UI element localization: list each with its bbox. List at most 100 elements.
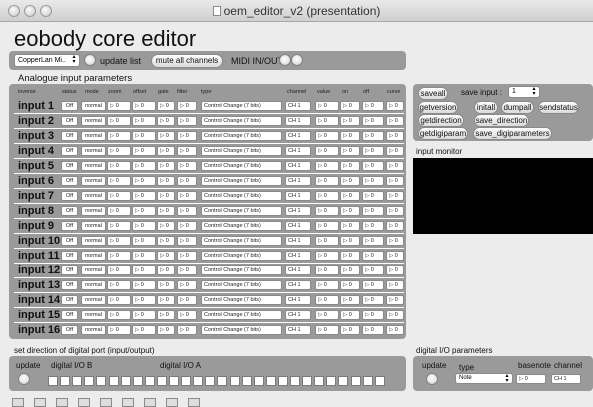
direction-bit-checkbox[interactable] bbox=[120, 376, 131, 386]
value-field[interactable]: ▷ 0 bbox=[315, 191, 339, 201]
mode-select[interactable]: normal bbox=[81, 116, 106, 126]
mail-icon[interactable] bbox=[78, 398, 90, 407]
off-field[interactable]: ▷ 0 bbox=[362, 251, 384, 261]
curve-field[interactable]: ▷ 0 bbox=[386, 191, 404, 201]
direction-bit-checkbox[interactable] bbox=[108, 376, 119, 386]
zoom-field[interactable]: ▷ 0 bbox=[107, 325, 131, 335]
off-field[interactable]: ▷ 0 bbox=[362, 295, 384, 305]
table-icon[interactable] bbox=[166, 398, 178, 407]
type-field[interactable]: Control Change (7 bits) bbox=[201, 176, 282, 186]
curve-field[interactable]: ▷ 0 bbox=[386, 251, 404, 261]
status-toggle[interactable]: Off bbox=[61, 265, 78, 275]
gate-field[interactable]: ▷ 0 bbox=[157, 236, 175, 246]
gate-field[interactable]: ▷ 0 bbox=[157, 221, 175, 231]
value-field[interactable]: ▷ 0 bbox=[315, 310, 339, 320]
gate-field[interactable]: ▷ 0 bbox=[157, 161, 175, 171]
offset-field[interactable]: ▷ 0 bbox=[132, 265, 156, 275]
save-input-stepper[interactable]: 1 ▴ ▾ bbox=[508, 86, 540, 98]
channel-field[interactable]: CH 1 bbox=[285, 295, 311, 305]
filter-field[interactable]: ▷ 0 bbox=[177, 236, 197, 246]
zoom-field[interactable]: ▷ 0 bbox=[107, 265, 131, 275]
direction-bit-checkbox[interactable] bbox=[374, 376, 385, 386]
direction-bit-checkbox[interactable] bbox=[156, 376, 167, 386]
offset-field[interactable]: ▷ 0 bbox=[132, 116, 156, 126]
status-toggle[interactable]: Off bbox=[61, 251, 78, 261]
status-toggle[interactable]: Off bbox=[61, 221, 78, 231]
direction-bit-checkbox[interactable] bbox=[205, 376, 216, 386]
on-field[interactable]: ▷ 0 bbox=[340, 295, 360, 305]
direction-bit-checkbox[interactable] bbox=[72, 376, 83, 386]
zoom-field[interactable]: ▷ 0 bbox=[107, 161, 131, 171]
on-field[interactable]: ▷ 0 bbox=[340, 146, 360, 156]
type-field[interactable]: Control Change (7 bits) bbox=[201, 146, 282, 156]
on-field[interactable]: ▷ 0 bbox=[340, 176, 360, 186]
window-icon[interactable] bbox=[144, 398, 156, 407]
filter-field[interactable]: ▷ 0 bbox=[177, 221, 197, 231]
direction-bit-checkbox[interactable] bbox=[144, 376, 155, 386]
direction-bit-checkbox[interactable] bbox=[350, 376, 361, 386]
status-toggle[interactable]: Off bbox=[61, 295, 78, 305]
on-field[interactable]: ▷ 0 bbox=[340, 116, 360, 126]
value-field[interactable]: ▷ 0 bbox=[315, 221, 339, 231]
mode-select[interactable]: normal bbox=[81, 161, 106, 171]
getversion-button[interactable]: getversion bbox=[418, 101, 458, 114]
mode-select[interactable]: normal bbox=[81, 310, 106, 320]
gate-field[interactable]: ▷ 0 bbox=[157, 176, 175, 186]
type-field[interactable]: Control Change (7 bits) bbox=[201, 131, 282, 141]
type-field[interactable]: Control Change (7 bits) bbox=[201, 101, 282, 111]
zoom-field[interactable]: ▷ 0 bbox=[107, 116, 131, 126]
gate-field[interactable]: ▷ 0 bbox=[157, 116, 175, 126]
midi-out-toggle[interactable] bbox=[291, 54, 303, 66]
value-field[interactable]: ▷ 0 bbox=[315, 280, 339, 290]
gate-field[interactable]: ▷ 0 bbox=[157, 191, 175, 201]
folder-icon[interactable] bbox=[12, 398, 24, 407]
filter-field[interactable]: ▷ 0 bbox=[177, 176, 197, 186]
filter-field[interactable]: ▷ 0 bbox=[177, 191, 197, 201]
value-field[interactable]: ▷ 0 bbox=[315, 325, 339, 335]
type-field[interactable]: Control Change (7 bits) bbox=[201, 325, 282, 335]
status-toggle[interactable]: Off bbox=[61, 101, 78, 111]
zoom-field[interactable]: ▷ 0 bbox=[107, 310, 131, 320]
curve-field[interactable]: ▷ 0 bbox=[386, 295, 404, 305]
gate-field[interactable]: ▷ 0 bbox=[157, 251, 175, 261]
off-field[interactable]: ▷ 0 bbox=[362, 221, 384, 231]
channel-field[interactable]: CH 1 bbox=[285, 310, 311, 320]
type-field[interactable]: Control Change (7 bits) bbox=[201, 161, 282, 171]
zoom-field[interactable]: ▷ 0 bbox=[107, 101, 131, 111]
direction-bit-checkbox[interactable] bbox=[132, 376, 143, 386]
mode-select[interactable]: normal bbox=[81, 221, 106, 231]
status-toggle[interactable]: Off bbox=[61, 236, 78, 246]
curve-field[interactable]: ▷ 0 bbox=[386, 325, 404, 335]
offset-field[interactable]: ▷ 0 bbox=[132, 101, 156, 111]
off-field[interactable]: ▷ 0 bbox=[362, 161, 384, 171]
gate-field[interactable]: ▷ 0 bbox=[157, 280, 175, 290]
mode-select[interactable]: normal bbox=[81, 191, 106, 201]
save-digiparameters-button[interactable]: save_digiparameters bbox=[473, 127, 552, 140]
on-field[interactable]: ▷ 0 bbox=[340, 251, 360, 261]
on-field[interactable]: ▷ 0 bbox=[340, 325, 360, 335]
status-toggle[interactable]: Off bbox=[61, 191, 78, 201]
off-field[interactable]: ▷ 0 bbox=[362, 131, 384, 141]
update-list-toggle[interactable] bbox=[84, 54, 96, 66]
gate-field[interactable]: ▷ 0 bbox=[157, 101, 175, 111]
on-field[interactable]: ▷ 0 bbox=[340, 310, 360, 320]
direction-bit-checkbox[interactable] bbox=[229, 376, 240, 386]
offset-field[interactable]: ▷ 0 bbox=[132, 295, 156, 305]
filter-field[interactable]: ▷ 0 bbox=[177, 295, 197, 305]
status-toggle[interactable]: Off bbox=[61, 161, 78, 171]
off-field[interactable]: ▷ 0 bbox=[362, 191, 384, 201]
zoom-field[interactable]: ▷ 0 bbox=[107, 251, 131, 261]
status-toggle[interactable]: Off bbox=[61, 310, 78, 320]
gate-field[interactable]: ▷ 0 bbox=[157, 131, 175, 141]
curve-field[interactable]: ▷ 0 bbox=[386, 176, 404, 186]
midi-in-toggle[interactable] bbox=[279, 54, 291, 66]
type-field[interactable]: Control Change (7 bits) bbox=[201, 310, 282, 320]
grid-icon[interactable] bbox=[56, 398, 68, 407]
offset-field[interactable]: ▷ 0 bbox=[132, 325, 156, 335]
type-select[interactable]: Note ▴ ▾ bbox=[455, 373, 513, 384]
filter-field[interactable]: ▷ 0 bbox=[177, 251, 197, 261]
direction-bit-checkbox[interactable] bbox=[314, 376, 325, 386]
status-toggle[interactable]: Off bbox=[61, 131, 78, 141]
type-field[interactable]: Control Change (7 bits) bbox=[201, 191, 282, 201]
offset-field[interactable]: ▷ 0 bbox=[132, 161, 156, 171]
